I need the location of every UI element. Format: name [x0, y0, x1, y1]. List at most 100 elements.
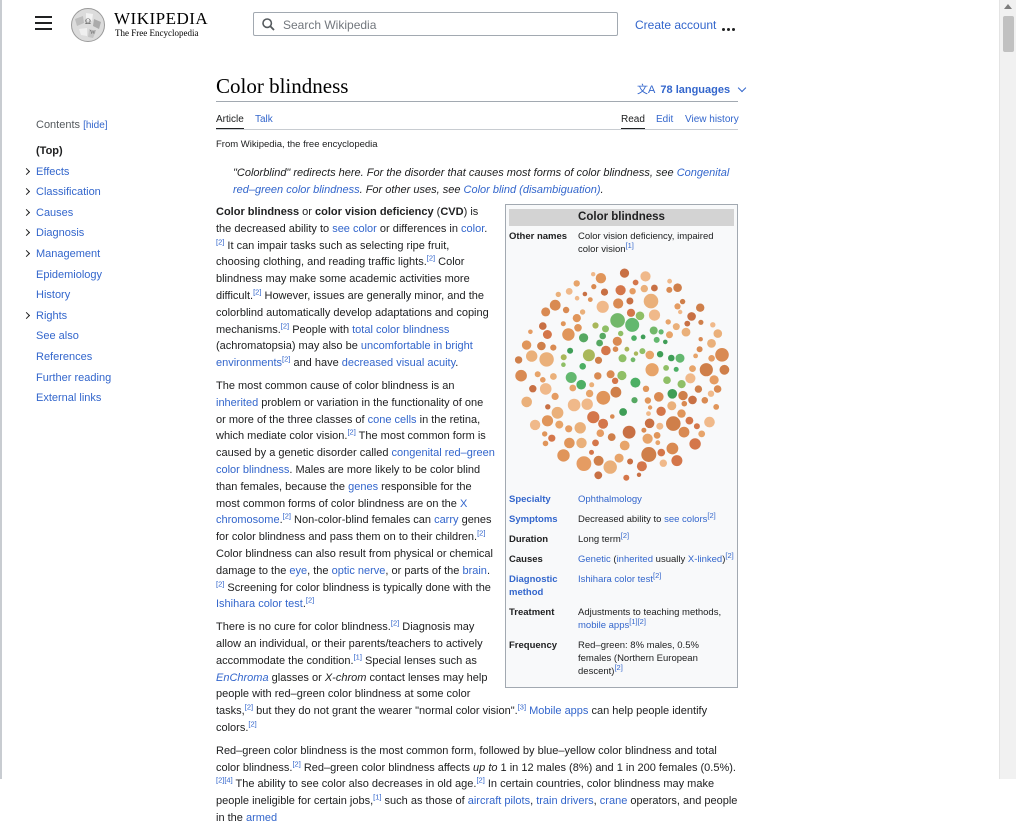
toc-item-label[interactable]: Diagnosis — [36, 227, 84, 239]
citation-link[interactable]: [2] — [391, 618, 399, 627]
create-account-link[interactable]: Create account — [635, 18, 716, 32]
search-box[interactable] — [253, 12, 618, 36]
toc-item[interactable]: Rights — [22, 308, 192, 329]
optic-nerve-link[interactable]: optic nerve — [332, 565, 386, 577]
chevron-right-icon[interactable] — [22, 188, 31, 196]
see-color-link[interactable]: see color — [332, 223, 377, 235]
color-link[interactable]: color — [461, 223, 484, 235]
citation-link[interactable]: [1] — [626, 241, 634, 250]
main-menu-icon[interactable] — [35, 16, 52, 32]
more-options-icon[interactable] — [722, 22, 738, 31]
toc-item[interactable]: External links — [22, 390, 192, 411]
genes-link[interactable]: genes — [348, 481, 378, 493]
aircraft-pilots-link[interactable]: aircraft pilots — [468, 795, 530, 807]
citation-link[interactable]: [1][2] — [629, 617, 646, 626]
wikipedia-wordmark[interactable]: WIKIPEDIA — [114, 9, 208, 29]
citation-link[interactable]: [2] — [281, 321, 289, 330]
tab-edit[interactable]: Edit — [656, 114, 673, 125]
language-selector-button[interactable]: 文A 78 languages — [637, 81, 747, 97]
infobox-label-link[interactable]: Specialty — [509, 493, 578, 506]
citation-link[interactable]: [2] — [248, 719, 256, 728]
toc-item-label[interactable]: Rights — [36, 310, 67, 322]
citation-link[interactable]: [2] — [477, 528, 485, 537]
ishihara-plate-image[interactable] — [511, 263, 733, 487]
vertical-scrollbar[interactable] — [999, 0, 1016, 779]
armed-forces-link[interactable]: armed — [246, 812, 277, 824]
toc-item-label[interactable]: (Top) — [36, 145, 63, 157]
toc-item[interactable]: References — [22, 349, 192, 370]
chevron-right-icon[interactable] — [22, 208, 31, 216]
x-linked-link[interactable]: X-linked — [688, 554, 722, 565]
citation-link[interactable]: [1] — [373, 792, 381, 801]
toc-item-label[interactable]: References — [36, 351, 92, 363]
chevron-right-icon[interactable] — [22, 167, 31, 175]
toc-item-label[interactable]: History — [36, 289, 70, 301]
see-colors-link[interactable]: see colors — [664, 514, 707, 525]
citation-link[interactable]: [2] — [621, 531, 629, 540]
tab-view-history[interactable]: View history — [685, 114, 739, 125]
mobile-apps-link[interactable]: Mobile apps — [529, 705, 588, 717]
citation-link[interactable]: [2] — [614, 663, 622, 672]
toc-item-label[interactable]: External links — [36, 392, 101, 404]
citation-link[interactable]: [2] — [427, 254, 435, 263]
toc-item[interactable]: Further reading — [22, 370, 192, 391]
wikipedia-globe-logo-icon[interactable]: Ω W — [69, 7, 107, 43]
toc-item-label[interactable]: Management — [36, 248, 100, 260]
toc-item-label[interactable]: Further reading — [36, 372, 111, 384]
enchroma-link[interactable]: EnChroma — [216, 672, 269, 684]
toc-item[interactable]: Effects — [22, 164, 192, 185]
toc-item-label[interactable]: Epidemiology — [36, 269, 102, 281]
total-color-blindness-link[interactable]: total color blindness — [352, 324, 449, 336]
citation-link[interactable]: [1] — [354, 652, 362, 661]
toc-item[interactable]: Epidemiology — [22, 267, 192, 288]
cone-cells-link[interactable]: cone cells — [368, 414, 417, 426]
citation-link[interactable]: [2] — [476, 776, 484, 785]
inherited-link[interactable]: inherited — [216, 397, 258, 409]
hatnote-link-disambiguation[interactable]: Color blind (disambiguation) — [464, 184, 601, 196]
genetic-link[interactable]: Genetic — [578, 554, 611, 565]
search-input[interactable] — [281, 16, 605, 34]
citation-link[interactable]: [2] — [306, 596, 314, 605]
citation-link[interactable]: [3] — [518, 702, 526, 711]
toc-item-label[interactable]: Causes — [36, 207, 73, 219]
infobox-label-link[interactable]: Symptoms — [509, 513, 578, 526]
ishihara-test-link[interactable]: Ishihara color test — [578, 574, 653, 585]
scrollbar-thumb[interactable] — [1003, 16, 1014, 52]
ishihara-link[interactable]: Ishihara color test — [216, 598, 303, 610]
tab-read[interactable]: Read — [621, 114, 645, 130]
train-drivers-link[interactable]: train drivers — [536, 795, 593, 807]
citation-link[interactable]: [2] — [283, 512, 291, 521]
inherited-link[interactable]: inherited — [617, 554, 653, 565]
tab-article[interactable]: Article — [216, 114, 244, 130]
specialty-link[interactable]: Ophthalmology — [578, 494, 642, 505]
tab-talk[interactable]: Talk — [255, 114, 273, 125]
citation-link[interactable]: [2][4] — [216, 776, 233, 785]
mobile-apps-link[interactable]: mobile apps — [578, 620, 629, 631]
citation-link[interactable]: [2] — [653, 571, 661, 580]
toc-item-label[interactable]: Effects — [36, 166, 69, 178]
brain-link[interactable]: brain — [462, 565, 486, 577]
visual-acuity-link[interactable]: decreased visual acuity — [342, 357, 456, 369]
toc-item[interactable]: Causes — [22, 205, 192, 226]
chevron-right-icon[interactable] — [22, 249, 31, 258]
citation-link[interactable]: [2] — [707, 511, 715, 520]
carry-link[interactable]: carry — [434, 514, 458, 526]
toc-item[interactable]: Diagnosis — [22, 225, 192, 246]
citation-link[interactable]: [2] — [245, 702, 253, 711]
toc-item-label[interactable]: Classification — [36, 186, 101, 198]
citation-link[interactable]: [2] — [725, 551, 733, 560]
citation-link[interactable]: [2] — [347, 428, 355, 437]
toc-item[interactable]: History — [22, 287, 192, 308]
toc-item[interactable]: Classification — [22, 184, 192, 205]
chevron-right-icon[interactable] — [22, 311, 31, 319]
citation-link[interactable]: [2] — [292, 759, 300, 768]
toc-item[interactable]: (Top) — [22, 143, 192, 164]
toc-item[interactable]: See also — [22, 328, 192, 349]
toc-hide-button[interactable]: [hide] — [83, 120, 107, 131]
eye-link[interactable]: eye — [289, 565, 307, 577]
toc-item-label[interactable]: See also — [36, 330, 79, 342]
scroll-up-arrow-icon[interactable] — [1004, 4, 1012, 9]
infobox-label-link[interactable]: Diagnostic method — [509, 573, 578, 599]
toc-item[interactable]: Management — [22, 246, 192, 267]
crane-link[interactable]: crane — [600, 795, 628, 807]
